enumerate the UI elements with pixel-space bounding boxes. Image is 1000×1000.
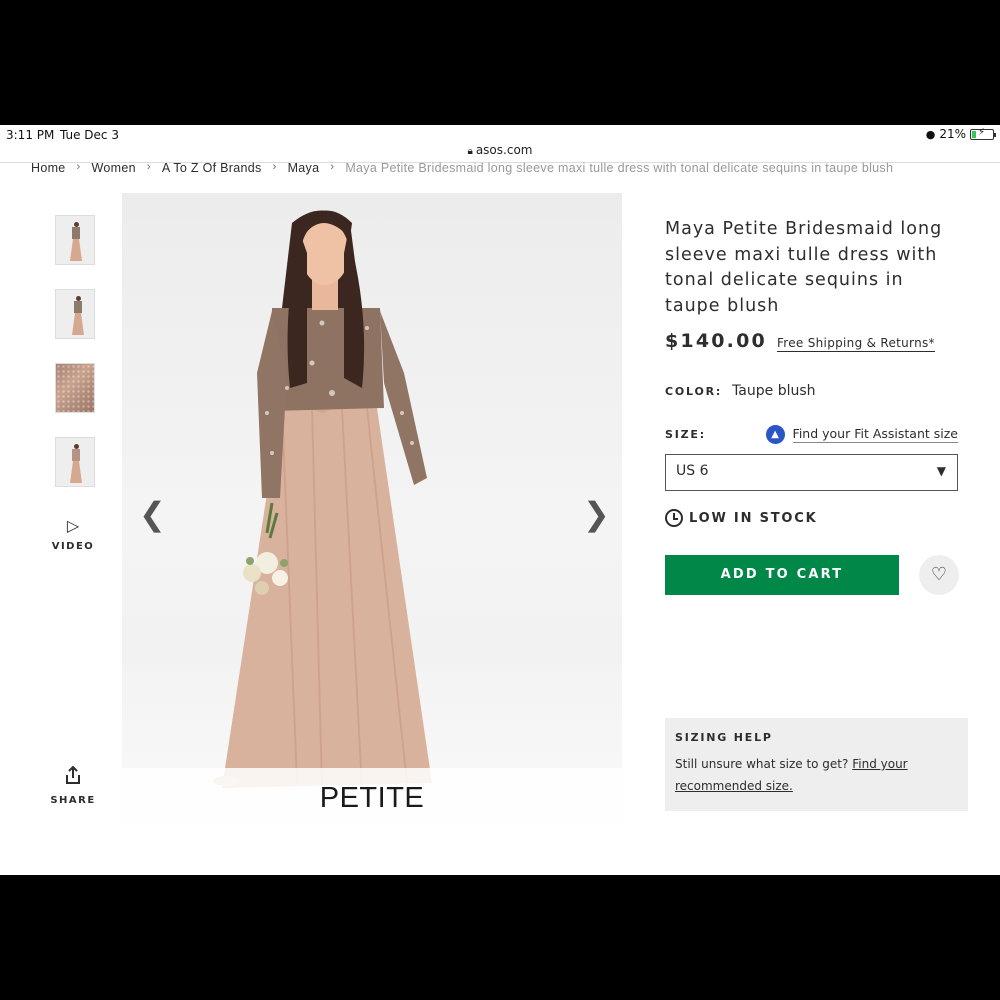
thumbnail-list: [55, 215, 95, 511]
status-indicators: ●︎ 21% ⚡︎: [925, 126, 996, 141]
sizing-help-heading: SIZING HELP: [675, 731, 773, 744]
product-info: Maya Petite Bridesmaid long sleeve maxi …: [665, 217, 965, 352]
color-value: Taupe blush: [732, 383, 816, 399]
sizing-help-body: Still unsure what size to get? Find your…: [675, 753, 958, 797]
thumbnail-back[interactable]: [55, 437, 95, 487]
url-text: asos.com: [475, 143, 533, 157]
share-button[interactable]: SHARE: [50, 765, 96, 806]
fit-assistant-link[interactable]: ▲ Find your Fit Assistant size: [765, 425, 958, 444]
hanger-icon: ▲: [765, 425, 785, 444]
thumbnail-side[interactable]: [55, 289, 95, 339]
chevron-down-icon: ▼: [936, 464, 946, 478]
battery-icon: ⚡︎: [970, 126, 996, 140]
chevron-right-icon: ›: [146, 161, 151, 173]
video-button[interactable]: ▷ VIDEO: [50, 516, 96, 553]
fit-assistant-text: Find your Fit Assistant size: [792, 426, 958, 443]
add-to-cart-button[interactable]: ADD TO CART: [665, 555, 899, 595]
stock-text: LOW IN STOCK: [689, 510, 818, 526]
chevron-right-icon: ›: [76, 161, 81, 173]
lock-icon: 🔒︎: [467, 146, 473, 157]
price-row: $140.00 Free Shipping & Returns*: [665, 330, 965, 352]
share-label: SHARE: [50, 795, 96, 806]
breadcrumb-current: Maya Petite Bridesmaid long sleeve maxi …: [345, 161, 894, 175]
breadcrumb-maya[interactable]: Maya: [288, 161, 320, 177]
wifi-icon: ●︎: [925, 127, 936, 141]
petite-badge: PETITE: [122, 768, 622, 830]
status-bar: 3:11 PM Tue Dec 3 ●︎ 21% ⚡︎: [0, 125, 1000, 145]
product-image[interactable]: ❮ ❯ PETITE: [122, 193, 622, 830]
chevron-right-icon[interactable]: ❯: [583, 498, 610, 530]
charging-icon: ⚡︎: [978, 126, 986, 138]
breadcrumb-brands[interactable]: A To Z Of Brands: [162, 161, 262, 177]
video-label: VIDEO: [51, 541, 95, 552]
chevron-left-icon[interactable]: ❮: [139, 498, 166, 530]
product-price: $140.00: [665, 330, 767, 352]
breadcrumb-women[interactable]: Women: [92, 161, 136, 177]
status-date: Tue Dec 3: [60, 128, 119, 142]
color-label: COLOR:: [665, 385, 723, 398]
play-icon: ▷: [66, 516, 80, 535]
petite-label: PETITE: [319, 782, 425, 814]
battery-percent: 21%: [939, 127, 966, 141]
wishlist-button[interactable]: ♡: [919, 555, 959, 595]
address-bar[interactable]: 🔒︎ asos.com: [0, 143, 1000, 163]
browser-screen: 3:11 PM Tue Dec 3 ●︎ 21% ⚡︎ 🔒︎ asos.com H…: [0, 125, 1000, 875]
color-row: COLOR: Taupe blush: [665, 383, 816, 399]
battery-level: [972, 130, 976, 138]
share-icon: [66, 765, 80, 784]
breadcrumb-home[interactable]: Home: [31, 161, 66, 177]
shipping-link[interactable]: Free Shipping & Returns*: [776, 336, 935, 352]
stock-status: LOW IN STOCK: [665, 509, 817, 527]
product-title: Maya Petite Bridesmaid long sleeve maxi …: [665, 219, 943, 316]
heart-icon: ♡: [930, 564, 948, 585]
size-select[interactable]: US 6 ▼: [665, 454, 958, 491]
chevron-right-icon: ›: [272, 161, 277, 173]
breadcrumb: Home › Women › A To Z Of Brands › Maya ›…: [31, 161, 893, 177]
size-label: SIZE:: [665, 428, 706, 441]
sizing-help-text: Still unsure what size to get?: [675, 757, 849, 771]
chevron-right-icon: ›: [330, 161, 335, 173]
size-row: SIZE: ▲ Find your Fit Assistant size: [665, 425, 958, 445]
sizing-help-panel: SIZING HELP Still unsure what size to ge…: [665, 718, 968, 811]
thumbnail-detail[interactable]: [55, 363, 95, 413]
size-selected: US 6: [676, 463, 709, 479]
thumbnail-front[interactable]: [55, 215, 95, 265]
clock-icon: [665, 509, 683, 527]
model-photo: [213, 210, 432, 789]
status-time: 3:11 PM: [6, 128, 55, 142]
